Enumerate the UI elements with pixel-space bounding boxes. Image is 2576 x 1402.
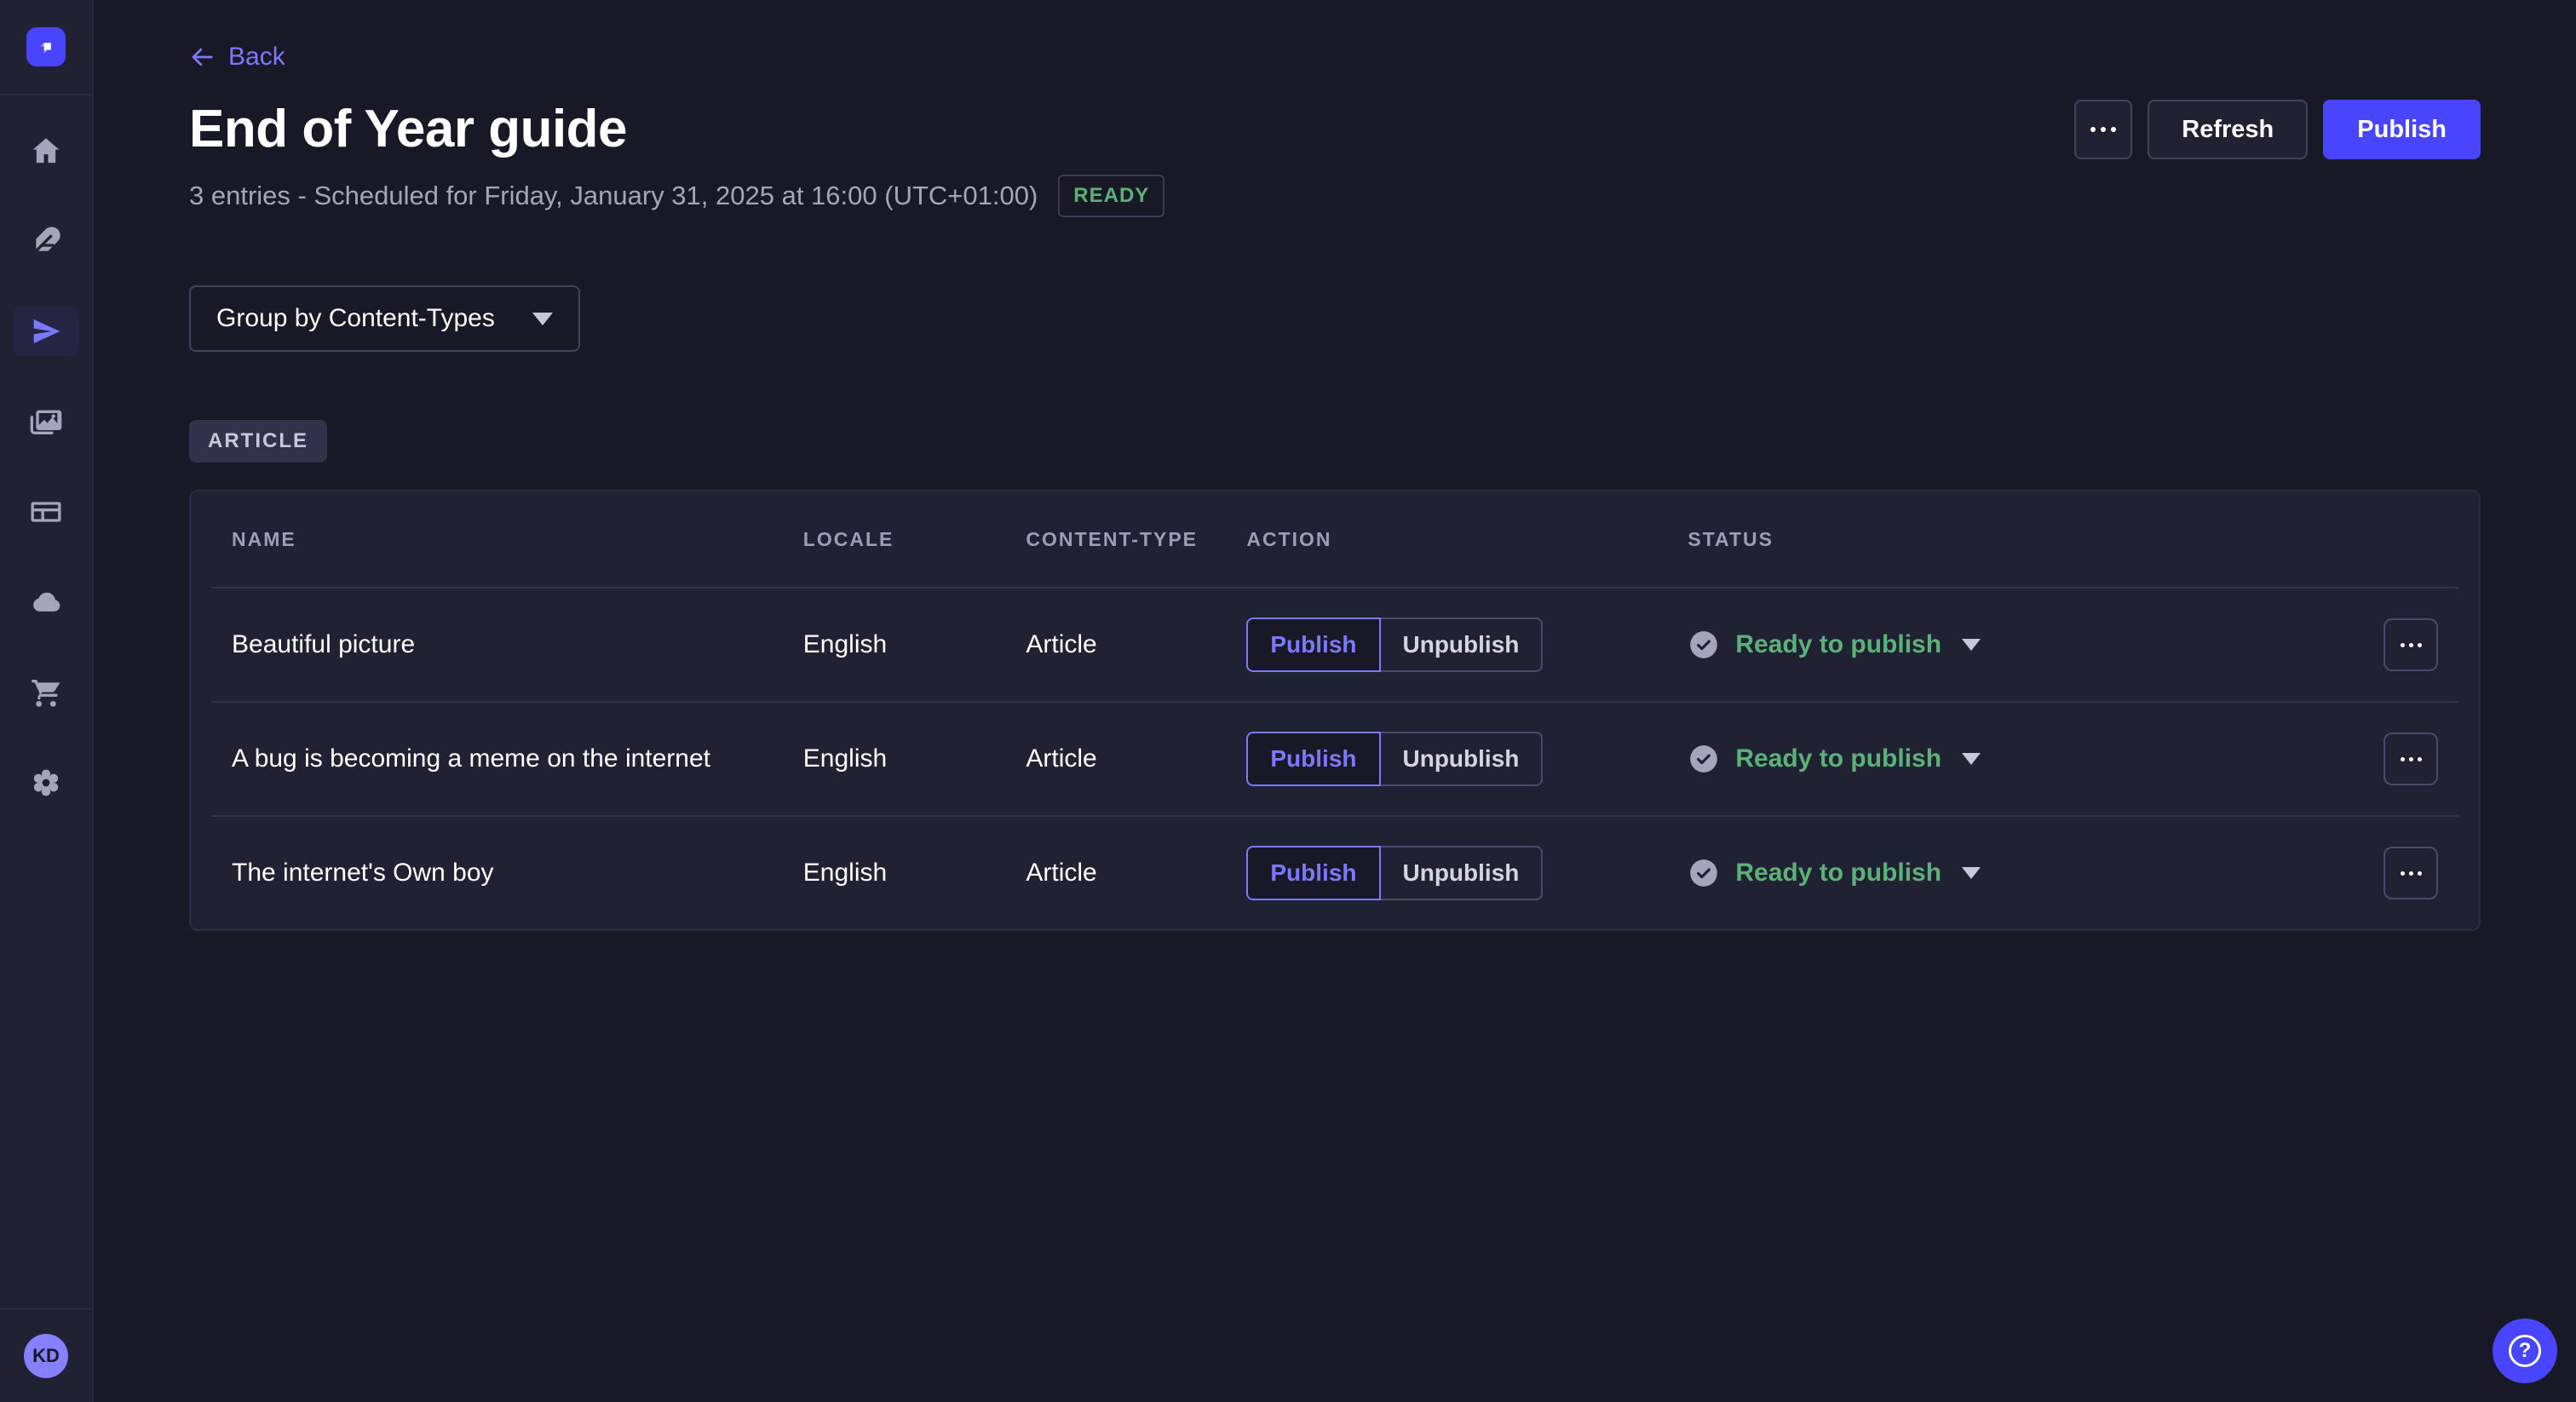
action-toggle: Publish Unpublish xyxy=(1246,618,1688,672)
publish-label: Publish xyxy=(2357,116,2447,143)
refresh-label: Refresh xyxy=(2182,116,2274,143)
status-chevron-down-icon[interactable] xyxy=(1962,639,1981,651)
table-row: The internet's Own boy English Article P… xyxy=(211,815,2458,929)
sidebar-footer: KD xyxy=(0,1308,92,1402)
group-by-label: Group by Content-Types xyxy=(216,304,495,333)
check-circle-icon xyxy=(1688,857,1720,889)
column-header-status: STATUS xyxy=(1688,528,2370,551)
status-text: Ready to publish xyxy=(1735,744,1941,773)
row-locale: English xyxy=(803,859,1026,888)
row-publish-button[interactable]: Publish xyxy=(1246,618,1380,672)
cloud-icon xyxy=(29,585,63,619)
table-header-row: NAME LOCALE CONTENT-TYPE ACTION STATUS xyxy=(211,491,2458,587)
main-content: Back End of Year guide Refresh Publish 3… xyxy=(94,0,2576,1402)
action-toggle: Publish Unpublish xyxy=(1246,732,1688,786)
app-root: KD Back End of Year guide Refresh Publis… xyxy=(0,0,2576,1402)
row-more-button[interactable] xyxy=(2383,847,2438,899)
gear-icon xyxy=(29,766,63,800)
ellipsis-icon xyxy=(2401,871,2405,876)
paper-plane-icon xyxy=(29,314,63,348)
column-header-locale: LOCALE xyxy=(803,528,1026,551)
back-label: Back xyxy=(228,43,285,72)
sidebar-item-home[interactable] xyxy=(14,126,78,175)
row-unpublish-button[interactable]: Unpublish xyxy=(1381,618,1544,672)
row-locale: English xyxy=(803,744,1026,773)
group-by-dropdown[interactable]: Group by Content-Types xyxy=(189,285,580,352)
row-name: Beautiful picture xyxy=(232,630,803,659)
column-header-action: ACTION xyxy=(1246,528,1688,551)
back-link[interactable]: Back xyxy=(189,43,285,72)
table-row: A bug is becoming a meme on the internet… xyxy=(211,701,2458,815)
arrow-left-icon xyxy=(189,44,215,70)
row-content-type: Article xyxy=(1026,744,1246,773)
row-status: Ready to publish xyxy=(1688,743,2370,775)
status-badge: READY xyxy=(1058,175,1164,217)
ellipsis-icon xyxy=(2401,757,2405,761)
sidebar-item-releases[interactable] xyxy=(14,307,78,356)
sidebar-item-settings[interactable] xyxy=(14,758,78,807)
refresh-button[interactable]: Refresh xyxy=(2148,100,2308,159)
row-unpublish-button[interactable]: Unpublish xyxy=(1381,846,1544,900)
sidebar-item-content-manager[interactable] xyxy=(14,216,78,266)
help-button[interactable]: ? xyxy=(2493,1319,2557,1383)
sidebar-item-media-library[interactable] xyxy=(14,397,78,446)
row-content-type: Article xyxy=(1026,859,1246,888)
status-chevron-down-icon[interactable] xyxy=(1962,753,1981,765)
feather-icon xyxy=(29,224,63,258)
entries-table: NAME LOCALE CONTENT-TYPE ACTION STATUS B… xyxy=(189,490,2481,931)
home-icon xyxy=(29,134,63,168)
page-title: End of Year guide xyxy=(189,103,627,156)
check-circle-icon xyxy=(1688,629,1720,661)
chevron-down-icon xyxy=(532,313,553,325)
sidebar-nav xyxy=(0,95,92,1308)
logo-section xyxy=(0,0,92,95)
images-icon xyxy=(29,405,63,439)
action-toggle: Publish Unpublish xyxy=(1246,846,1688,900)
sidebar-item-content-type-builder[interactable] xyxy=(14,487,78,537)
sidebar: KD xyxy=(0,0,94,1402)
group-label-row: ARTICLE xyxy=(189,420,2481,463)
ellipsis-icon xyxy=(2401,643,2405,647)
release-subtitle: 3 entries - Scheduled for Friday, Januar… xyxy=(189,181,1038,211)
publish-button[interactable]: Publish xyxy=(2323,100,2481,159)
row-status: Ready to publish xyxy=(1688,629,2370,661)
avatar[interactable]: KD xyxy=(24,1334,68,1378)
row-name: A bug is becoming a meme on the internet xyxy=(232,744,803,773)
sidebar-item-marketplace[interactable] xyxy=(14,668,78,717)
row-more-button[interactable] xyxy=(2383,733,2438,785)
row-publish-button[interactable]: Publish xyxy=(1246,846,1380,900)
toolbar: Group by Content-Types xyxy=(189,285,2481,352)
subtitle-row: 3 entries - Scheduled for Friday, Januar… xyxy=(189,175,2481,217)
more-options-button[interactable] xyxy=(2074,100,2132,159)
strapi-logo[interactable] xyxy=(26,27,66,66)
question-mark-icon: ? xyxy=(2509,1335,2541,1367)
ellipsis-icon xyxy=(2090,127,2096,132)
header-actions: Refresh Publish xyxy=(2074,100,2481,159)
row-name: The internet's Own boy xyxy=(232,859,803,888)
column-header-content-type: CONTENT-TYPE xyxy=(1026,528,1246,551)
strapi-logo-icon xyxy=(34,35,58,59)
row-status: Ready to publish xyxy=(1688,857,2370,889)
row-unpublish-button[interactable]: Unpublish xyxy=(1381,732,1544,786)
row-publish-button[interactable]: Publish xyxy=(1246,732,1380,786)
status-chevron-down-icon[interactable] xyxy=(1962,867,1981,879)
table-row: Beautiful picture English Article Publis… xyxy=(211,587,2458,701)
column-header-name: NAME xyxy=(232,528,803,551)
status-text: Ready to publish xyxy=(1735,630,1941,659)
row-more-button[interactable] xyxy=(2383,618,2438,671)
check-circle-icon xyxy=(1688,743,1720,775)
status-text: Ready to publish xyxy=(1735,859,1941,888)
sidebar-item-deploy[interactable] xyxy=(14,577,78,627)
cart-icon xyxy=(29,675,63,710)
row-content-type: Article xyxy=(1026,630,1246,659)
layout-icon xyxy=(29,495,63,529)
row-locale: English xyxy=(803,630,1026,659)
content-type-group-badge: ARTICLE xyxy=(189,420,327,463)
title-row: End of Year guide Refresh Publish xyxy=(189,100,2481,159)
